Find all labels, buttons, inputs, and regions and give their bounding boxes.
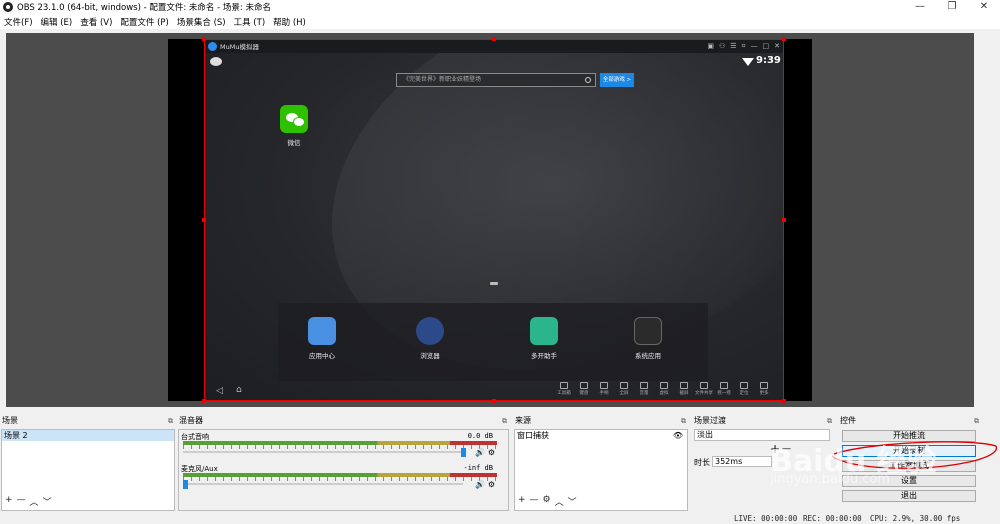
resize-handle[interactable] bbox=[782, 37, 786, 41]
add-source-button[interactable]: + bbox=[518, 495, 526, 508]
undock-icon[interactable]: ⧉ bbox=[827, 415, 832, 427]
transitions-title: 场景过渡 bbox=[694, 416, 726, 425]
menu-help[interactable]: 帮助 (H) bbox=[273, 16, 306, 28]
resize-handle[interactable] bbox=[782, 399, 786, 403]
resize-handle[interactable] bbox=[202, 37, 206, 41]
cpu-status: CPU: 2.9%, 30.00 fps bbox=[870, 514, 961, 523]
exit-button[interactable]: 退出 bbox=[842, 490, 976, 502]
preview-canvas: MuMu模拟器 ▣ ⚇ ☰ ⌗ — □ ✕ 9:39 《完美世界》新职业妖精登场… bbox=[168, 37, 812, 403]
speaker-icon[interactable]: 🔊 bbox=[475, 448, 485, 457]
gear-icon[interactable]: ⚙ bbox=[488, 448, 495, 457]
close-button[interactable]: ✕ bbox=[968, 0, 1000, 14]
undock-icon[interactable]: ⧉ bbox=[502, 415, 507, 427]
add-scene-button[interactable]: + bbox=[5, 495, 13, 508]
channel-name: 麦克风/Aux bbox=[181, 465, 218, 473]
move-up-button[interactable]: ︿ bbox=[30, 495, 39, 508]
controls-title: 控件 bbox=[840, 416, 856, 425]
menu-scene-collection[interactable]: 场景集合 (S) bbox=[177, 16, 226, 28]
menu-profile[interactable]: 配置文件 (P) bbox=[120, 16, 168, 28]
mixer-channel-desktop: 台式音响 0.0 dB 🔊 ⚙ bbox=[181, 432, 501, 457]
mixer-title: 混音器 bbox=[179, 416, 203, 425]
resize-handle[interactable] bbox=[492, 399, 496, 403]
resize-handle[interactable] bbox=[202, 218, 206, 222]
rec-status: REC: 00:00:00 bbox=[803, 514, 862, 523]
status-bar: LIVE: 00:00:00 REC: 00:00:00 CPU: 2.9%, … bbox=[0, 513, 1000, 524]
volume-slider[interactable] bbox=[183, 451, 463, 453]
source-selection-box[interactable] bbox=[204, 39, 784, 401]
volume-slider[interactable] bbox=[183, 483, 463, 485]
remove-source-button[interactable]: — bbox=[530, 495, 539, 508]
undock-icon[interactable]: ⧉ bbox=[681, 415, 686, 427]
maximize-button[interactable]: ❐ bbox=[936, 0, 968, 14]
mixer-box: 台式音响 0.0 dB 🔊 ⚙ 麦克风/Aux -inf dB 🔊 ⚙ bbox=[178, 429, 509, 511]
scenes-panel: 场景 ⧉ 场景 2 + — ︿ ﹀ bbox=[0, 415, 176, 511]
channel-name: 台式音响 bbox=[181, 433, 209, 441]
sources-panel: 来源 ⧉ 窗口捕获 👁 + — ⚙ ︿ ﹀ bbox=[513, 415, 689, 511]
gear-icon[interactable]: ⚙ bbox=[543, 495, 551, 508]
live-status: LIVE: 00:00:00 bbox=[734, 514, 798, 523]
menu-view[interactable]: 查看 (V) bbox=[80, 16, 112, 28]
obs-logo-icon bbox=[3, 2, 13, 12]
undock-icon[interactable]: ⧉ bbox=[974, 415, 979, 427]
duration-label: 时长 bbox=[694, 458, 710, 467]
move-up-button[interactable]: ︿ bbox=[555, 495, 564, 508]
undock-icon[interactable]: ⧉ bbox=[168, 415, 173, 427]
scenes-toolbar: + — ︿ ﹀ bbox=[5, 495, 52, 508]
watermark-url: jingyan.baidu.com bbox=[770, 472, 890, 487]
menu-tools[interactable]: 工具 (T) bbox=[234, 16, 266, 28]
menu-bar: 文件(F) 编辑 (E) 查看 (V) 配置文件 (P) 场景集合 (S) 工具… bbox=[0, 14, 1000, 29]
remove-scene-button[interactable]: — bbox=[17, 495, 26, 508]
channel-db: -inf dB bbox=[463, 464, 493, 472]
duration-input[interactable]: 352ms bbox=[712, 456, 772, 467]
source-item[interactable]: 窗口捕获 👁 bbox=[515, 430, 687, 441]
minimize-button[interactable]: — bbox=[904, 0, 936, 14]
scenes-title: 场景 bbox=[2, 416, 18, 425]
scenes-list[interactable]: 场景 2 + — ︿ ﹀ bbox=[1, 429, 175, 511]
mixer-channel-mic: 麦克风/Aux -inf dB 🔊 ⚙ bbox=[181, 464, 501, 489]
title-bar: OBS 23.1.0 (64-bit, windows) - 配置文件: 未命名… bbox=[0, 0, 1000, 14]
move-down-button[interactable]: ﹀ bbox=[43, 495, 52, 508]
volume-slider-knob[interactable] bbox=[461, 448, 466, 457]
window-title: OBS 23.1.0 (64-bit, windows) - 配置文件: 未命名… bbox=[17, 3, 271, 13]
resize-handle[interactable] bbox=[492, 37, 496, 41]
sources-title: 来源 bbox=[515, 416, 531, 425]
move-down-button[interactable]: ﹀ bbox=[568, 495, 577, 508]
sources-list[interactable]: 窗口捕获 👁 + — ⚙ ︿ ﹀ bbox=[514, 429, 688, 511]
resize-handle[interactable] bbox=[202, 399, 206, 403]
menu-file[interactable]: 文件(F) bbox=[4, 16, 33, 28]
window-controls: — ❐ ✕ bbox=[904, 0, 1000, 14]
gear-icon[interactable]: ⚙ bbox=[488, 480, 495, 489]
preview-area[interactable]: MuMu模拟器 ▣ ⚇ ☰ ⌗ — □ ✕ 9:39 《完美世界》新职业妖精登场… bbox=[6, 33, 974, 407]
mixer-panel: 混音器 ⧉ 台式音响 0.0 dB 🔊 ⚙ 麦克风/Aux -inf dB 🔊 ⚙ bbox=[177, 415, 510, 511]
menu-edit[interactable]: 编辑 (E) bbox=[41, 16, 73, 28]
resize-handle[interactable] bbox=[782, 218, 786, 222]
eye-icon[interactable]: 👁 bbox=[673, 430, 683, 441]
channel-db: 0.0 dB bbox=[467, 432, 493, 440]
volume-slider-knob[interactable] bbox=[183, 480, 188, 489]
scene-item[interactable]: 场景 2 bbox=[2, 430, 174, 441]
sources-toolbar: + — ⚙ ︿ ﹀ bbox=[518, 495, 577, 508]
speaker-icon[interactable]: 🔊 bbox=[475, 480, 485, 489]
